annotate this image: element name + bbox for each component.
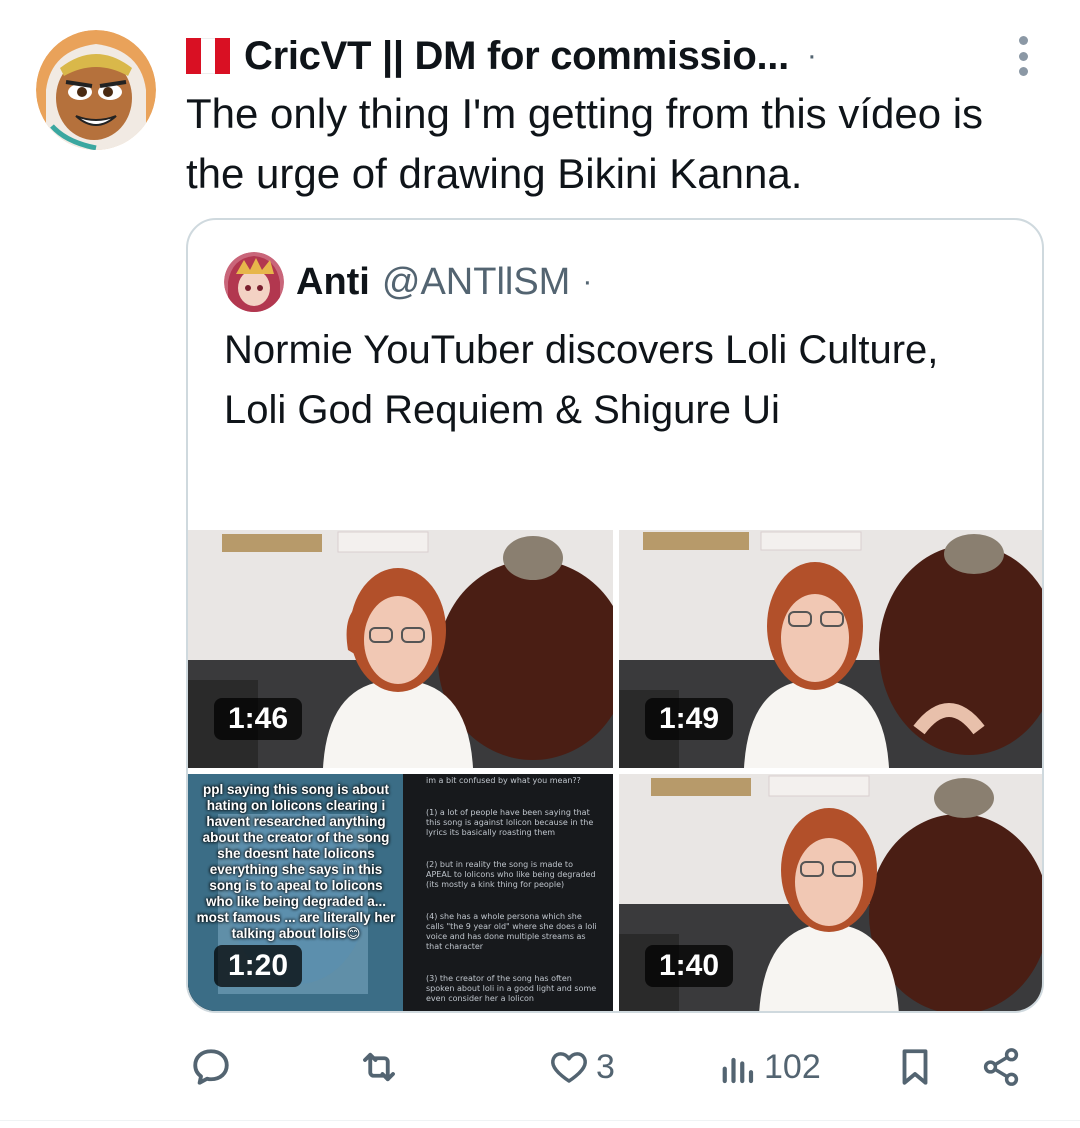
separator-dot: · — [806, 39, 817, 72]
more-options-icon[interactable] — [1012, 36, 1034, 76]
share-icon — [983, 1048, 1019, 1086]
video-duration: 1:49 — [645, 698, 734, 740]
analytics-icon — [722, 1057, 754, 1084]
views-button[interactable]: 102 — [716, 1046, 821, 1088]
comment-text: (2) but in reality the song is made to A… — [426, 860, 596, 889]
heart-icon — [551, 1052, 587, 1083]
video-thumbnail[interactable]: 1:49 — [619, 530, 1042, 768]
quoted-text: Normie YouTuber discovers Loli Culture, … — [224, 328, 939, 432]
bookmark-button[interactable] — [894, 1046, 936, 1088]
video-duration: 1:40 — [645, 945, 734, 987]
peru-flag-icon — [186, 38, 231, 74]
comment-text: (1) a lot of people have been saying tha… — [426, 808, 594, 837]
views-count: 102 — [764, 1047, 821, 1086]
author-avatar[interactable] — [36, 30, 156, 150]
video-thumbnail[interactable]: 1:40 — [619, 774, 1042, 1011]
video-duration: 1:46 — [214, 698, 303, 740]
reply-icon — [193, 1049, 229, 1085]
comment-text: im a bit confused by what you mean?? — [426, 776, 581, 785]
quoted-tweet[interactable]: Anti @ANTllSM · Normie YouTuber discover… — [186, 218, 1044, 1013]
media-grid: 1:46 1:49 ppl saying this song is about … — [188, 530, 1042, 1011]
divider — [0, 1120, 1080, 1121]
retweet-icon — [363, 1052, 395, 1082]
quoted-header: Anti @ANTllSM · — [224, 252, 592, 312]
video-thumbnail[interactable]: 1:46 — [188, 530, 613, 768]
quoted-author-handle[interactable]: @ANTllSM — [382, 261, 570, 304]
comment-text: (4) she has a whole persona which she ca… — [426, 912, 597, 951]
comment-screenshot: im a bit confused by what you mean?? (1)… — [410, 774, 600, 1011]
tweet-header: CricVT || DM for commissio... · — [186, 28, 817, 84]
reply-button[interactable] — [190, 1046, 238, 1088]
author-name[interactable]: CricVT || DM for commissio... — [244, 34, 789, 79]
quoted-author-name[interactable]: Anti — [296, 261, 370, 304]
tweet-text: The only thing I'm getting from this víd… — [186, 90, 984, 197]
comment-text: (3) the creator of the song has often sp… — [426, 974, 597, 1003]
like-button[interactable]: 3 — [548, 1046, 615, 1088]
quoted-avatar — [224, 252, 284, 312]
share-button[interactable] — [980, 1046, 1022, 1088]
like-count: 3 — [596, 1047, 615, 1086]
separator-dot: · — [582, 265, 593, 298]
video-caption: ppl saying this song is about hating on … — [196, 782, 396, 941]
video-duration: 1:20 — [214, 945, 303, 987]
video-thumbnail[interactable]: ppl saying this song is about hating on … — [188, 774, 613, 1011]
retweet-button[interactable] — [358, 1046, 406, 1088]
bookmark-icon — [902, 1049, 928, 1085]
action-bar: 3 102 — [0, 1040, 1080, 1100]
